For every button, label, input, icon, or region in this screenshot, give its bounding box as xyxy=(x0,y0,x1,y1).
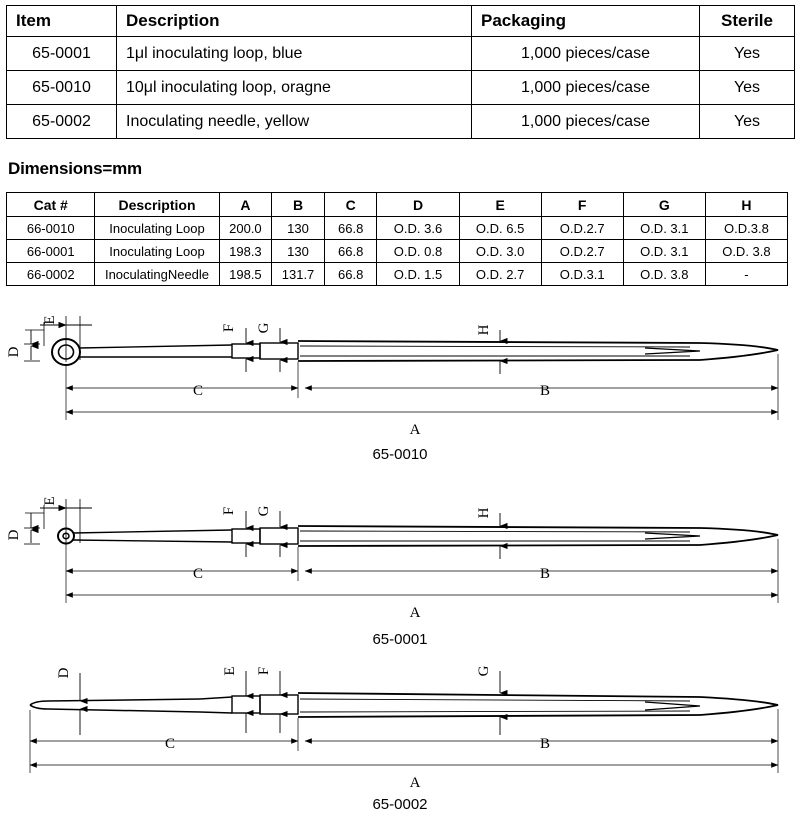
technical-drawing-65-0010: D E F G H C B A 65-0010 xyxy=(0,300,800,475)
cell-e: O.D. 3.0 xyxy=(458,239,542,263)
dimension-label-h: H xyxy=(476,324,492,335)
cell-a: 200.0 xyxy=(218,216,273,240)
cell-item: 65-0001 xyxy=(6,36,117,71)
dimension-label-c: C xyxy=(193,566,203,582)
cell-h: - xyxy=(704,262,789,286)
cell-b: 130 xyxy=(271,216,325,240)
dimension-label-e: E xyxy=(42,496,58,505)
table-row: 65-0002 Inoculating needle, yellow 1,000… xyxy=(6,104,795,139)
cell-cat: 66-0002 xyxy=(5,262,96,286)
cell-packaging: 1,000 pieces/case xyxy=(471,70,700,105)
column-header-d: D xyxy=(376,192,460,217)
column-header-packaging: Packaging xyxy=(471,5,700,37)
column-header-description: Description xyxy=(116,5,472,37)
cell-g: O.D. 3.8 xyxy=(622,262,706,286)
cell-description: Inoculating Loop xyxy=(94,216,220,240)
table-row: 65-0010 10μl inoculating loop, oragne 1,… xyxy=(6,70,795,105)
column-header-item: Item xyxy=(6,5,117,37)
column-header-a: A xyxy=(218,192,273,217)
cell-e: O.D. 6.5 xyxy=(458,216,542,240)
dimension-label-d: D xyxy=(6,346,22,357)
cell-sterile: Yes xyxy=(699,70,795,105)
cell-h: O.D.3.8 xyxy=(704,216,789,240)
column-header-h: H xyxy=(704,192,789,217)
dimensions-table: Cat # Description A B C D E F G H 66-001… xyxy=(5,192,789,286)
cell-description: Inoculating needle, yellow xyxy=(116,104,472,139)
dimension-label-d: D xyxy=(6,529,22,540)
table-row: 65-0001 1μl inoculating loop, blue 1,000… xyxy=(6,36,795,71)
technical-drawing-65-0002: D E F G C B A 65-0002 xyxy=(0,655,800,820)
cell-b: 131.7 xyxy=(271,262,325,286)
cell-g: O.D. 3.1 xyxy=(622,216,706,240)
dimension-label-b: B xyxy=(540,566,550,582)
cell-f: O.D.2.7 xyxy=(540,216,624,240)
cell-c: 66.8 xyxy=(323,239,378,263)
cell-c: 66.8 xyxy=(323,216,378,240)
cell-g: O.D. 3.1 xyxy=(622,239,706,263)
cell-item: 65-0010 xyxy=(6,70,117,105)
column-header-description: Description xyxy=(94,192,220,217)
cell-a: 198.5 xyxy=(218,262,273,286)
cell-e: O.D. 2.7 xyxy=(458,262,542,286)
cell-d: O.D. 1.5 xyxy=(376,262,460,286)
column-header-sterile: Sterile xyxy=(699,5,795,37)
table-row: 66-0010 Inoculating Loop 200.0 130 66.8 … xyxy=(5,216,789,240)
cell-f: O.D.3.1 xyxy=(540,262,624,286)
dimension-label-e: E xyxy=(222,666,238,675)
cell-packaging: 1,000 pieces/case xyxy=(471,36,700,71)
cell-c: 66.8 xyxy=(323,262,378,286)
cell-d: O.D. 3.6 xyxy=(376,216,460,240)
drawing-svg-large-loop: D E F G H C B A xyxy=(6,315,779,438)
cell-cat: 66-0001 xyxy=(5,239,96,263)
dimension-label-b: B xyxy=(540,383,550,399)
drawing-svg-small-loop: D E F G H C B A xyxy=(6,496,779,621)
dimension-label-g: G xyxy=(256,322,272,333)
column-header-f: F xyxy=(540,192,624,217)
product-table: Item Description Packaging Sterile 65-00… xyxy=(6,5,795,139)
dimension-label-f: F xyxy=(256,667,272,675)
cell-sterile: Yes xyxy=(699,104,795,139)
cell-d: O.D. 0.8 xyxy=(376,239,460,263)
part-number-label: 65-0002 xyxy=(372,796,428,813)
dimension-label-g: G xyxy=(256,505,272,516)
cell-a: 198.3 xyxy=(218,239,273,263)
table-header-row: Item Description Packaging Sterile xyxy=(6,5,795,37)
cell-item: 65-0002 xyxy=(6,104,117,139)
column-header-e: E xyxy=(458,192,542,217)
dimension-label-b: B xyxy=(540,736,550,752)
cell-description: InoculatingNeedle xyxy=(94,262,220,286)
dimension-label-c: C xyxy=(193,383,203,399)
dimensions-heading: Dimensions=mm xyxy=(8,159,142,178)
table-header-row: Cat # Description A B C D E F G H xyxy=(5,192,789,217)
cell-packaging: 1,000 pieces/case xyxy=(471,104,700,139)
cell-b: 130 xyxy=(271,239,325,263)
cell-description: Inoculating Loop xyxy=(94,239,220,263)
part-number-label: 65-0010 xyxy=(372,446,428,463)
table-row: 66-0001 Inoculating Loop 198.3 130 66.8 … xyxy=(5,239,789,263)
column-header-cat: Cat # xyxy=(5,192,96,217)
dimension-label-a: A xyxy=(410,605,421,621)
dimension-label-d: D xyxy=(56,667,72,678)
cell-h: O.D. 3.8 xyxy=(704,239,789,263)
cell-cat: 66-0010 xyxy=(5,216,96,240)
table-row: 66-0002 InoculatingNeedle 198.5 131.7 66… xyxy=(5,262,789,286)
dimension-label-c: C xyxy=(165,736,175,752)
cell-description: 1μl inoculating loop, blue xyxy=(116,36,472,71)
dimension-label-h: H xyxy=(476,507,492,518)
dimension-label-g: G xyxy=(476,665,492,676)
part-number-label: 65-0001 xyxy=(372,631,428,648)
technical-drawing-65-0001: D E F G H C B A 65-0001 xyxy=(0,485,800,660)
dimension-label-a: A xyxy=(410,422,421,438)
dimension-label-f: F xyxy=(221,507,237,515)
cell-f: O.D.2.7 xyxy=(540,239,624,263)
cell-sterile: Yes xyxy=(699,36,795,71)
dimension-label-e: E xyxy=(42,315,58,324)
dimension-label-f: F xyxy=(221,324,237,332)
cell-description: 10μl inoculating loop, oragne xyxy=(116,70,472,105)
drawing-svg-needle: D E F G C B A xyxy=(29,665,779,791)
dimension-label-a: A xyxy=(410,775,421,791)
column-header-c: C xyxy=(323,192,378,217)
column-header-g: G xyxy=(622,192,706,217)
column-header-b: B xyxy=(271,192,325,217)
